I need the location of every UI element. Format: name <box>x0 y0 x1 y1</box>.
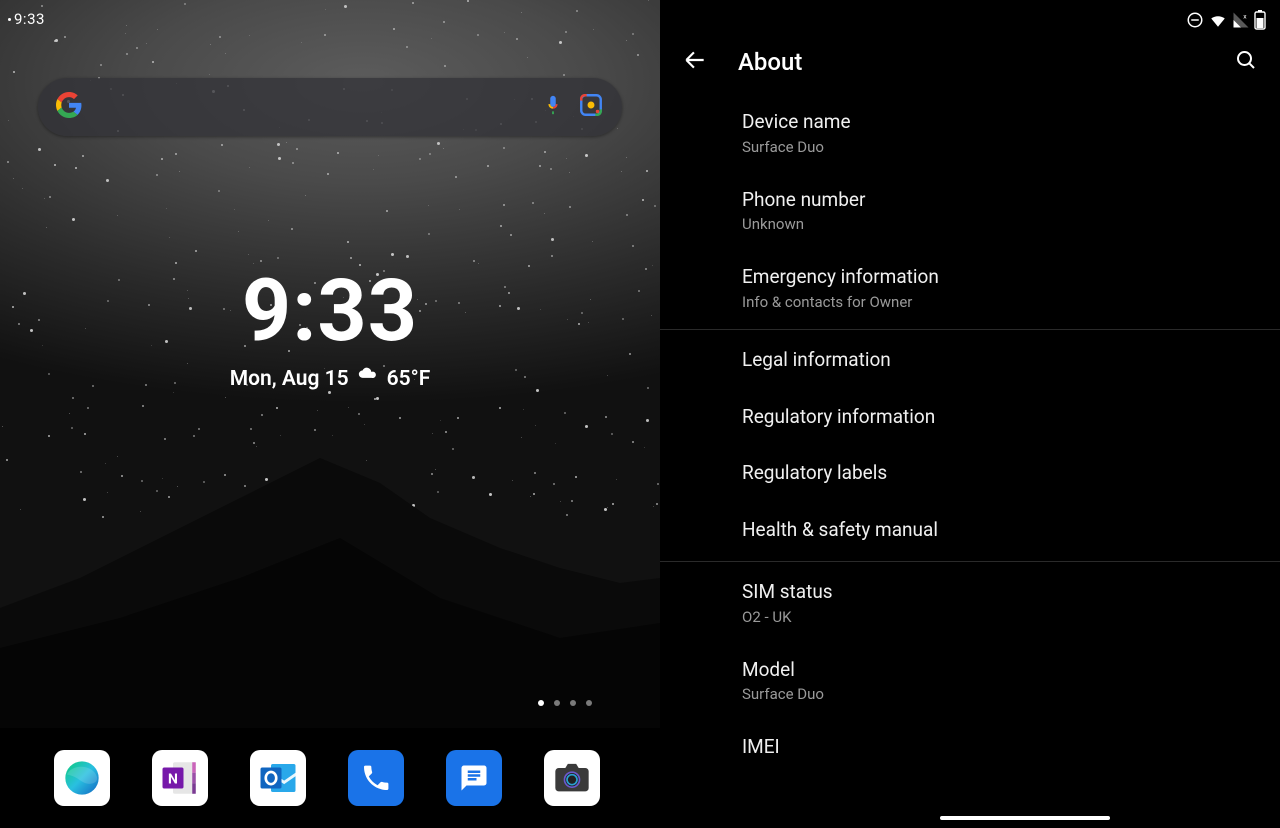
settings-item[interactable]: Regulatory labels <box>660 445 1280 502</box>
clock-time: 9:33 <box>0 260 660 361</box>
dnd-icon <box>1186 11 1204 29</box>
gesture-nav-bar[interactable] <box>940 816 1110 820</box>
settings-topbar: About <box>660 30 1280 94</box>
settings-item-title: Health & safety manual <box>742 518 1280 543</box>
settings-item[interactable]: Legal information <box>660 332 1280 389</box>
page-indicator <box>538 700 592 706</box>
outlook-app-icon[interactable] <box>250 750 306 806</box>
wifi-icon <box>1208 11 1228 29</box>
settings-item[interactable]: Regulatory information <box>660 389 1280 446</box>
battery-icon <box>1254 10 1266 30</box>
page-dot <box>586 700 592 706</box>
voice-search-icon[interactable] <box>542 94 564 120</box>
dock: N <box>0 728 660 828</box>
clock-widget[interactable]: 9:33 Mon, Aug 15 65°F <box>0 260 660 393</box>
settings-about-screen: x About Device name Surface Duo Phone numb… <box>660 0 1280 828</box>
settings-item[interactable]: SIM status O2 - UK <box>660 564 1280 642</box>
settings-item[interactable]: Model Surface Duo <box>660 642 1280 720</box>
settings-item-subtitle: Surface Duo <box>742 138 1280 156</box>
home-screen[interactable]: 9:33 <box>0 0 660 828</box>
settings-item-title: Emergency information <box>742 265 1280 290</box>
signal-icon: x <box>1232 11 1250 29</box>
settings-item-title: Regulatory labels <box>742 461 1280 486</box>
camera-app-icon[interactable] <box>544 750 600 806</box>
settings-item-title: Phone number <box>742 188 1280 213</box>
svg-text:x: x <box>1243 13 1247 21</box>
page-dot <box>554 700 560 706</box>
settings-item-title: Legal information <box>742 348 1280 373</box>
settings-item[interactable]: Phone number Unknown <box>660 172 1280 250</box>
settings-item-title: SIM status <box>742 580 1280 605</box>
settings-item-title: Regulatory information <box>742 405 1280 430</box>
settings-item-subtitle: Surface Duo <box>742 685 1280 703</box>
page-dot <box>570 700 576 706</box>
divider <box>660 561 1280 562</box>
google-logo-icon <box>56 92 82 122</box>
divider <box>660 329 1280 330</box>
google-search-bar[interactable] <box>38 78 622 136</box>
settings-item-subtitle: O2 - UK <box>742 608 1280 626</box>
clock-date: Mon, Aug 15 <box>230 367 349 391</box>
google-lens-icon[interactable] <box>578 92 604 122</box>
page-title: About <box>738 48 802 76</box>
clock-temp: 65°F <box>387 367 431 391</box>
phone-app-icon[interactable] <box>348 750 404 806</box>
page-dot <box>538 700 544 706</box>
settings-item-title: IMEI <box>742 735 1280 760</box>
statusbar-time: 9:33 <box>14 10 45 28</box>
weather-icon <box>357 365 379 393</box>
edge-app-icon[interactable] <box>54 750 110 806</box>
search-button[interactable] <box>1234 48 1258 76</box>
settings-list[interactable]: Device name Surface Duo Phone number Unknow… <box>660 94 1280 828</box>
settings-item-title: Model <box>742 658 1280 683</box>
settings-item[interactable]: IMEI <box>660 719 1280 776</box>
status-notification-dot <box>8 18 11 21</box>
settings-item[interactable]: Health & safety manual <box>660 502 1280 559</box>
onenote-app-icon[interactable]: N <box>152 750 208 806</box>
settings-item-title: Device name <box>742 110 1280 135</box>
settings-item[interactable]: Device name Surface Duo <box>660 94 1280 172</box>
settings-item-subtitle: Info & contacts for Owner <box>742 293 1280 311</box>
svg-text:N: N <box>168 771 178 787</box>
statusbar-right: x <box>1186 10 1266 30</box>
settings-item[interactable]: Emergency information Info & contacts for… <box>660 249 1280 327</box>
back-button[interactable] <box>682 47 708 77</box>
messages-app-icon[interactable] <box>446 750 502 806</box>
settings-item-subtitle: Unknown <box>742 215 1280 233</box>
